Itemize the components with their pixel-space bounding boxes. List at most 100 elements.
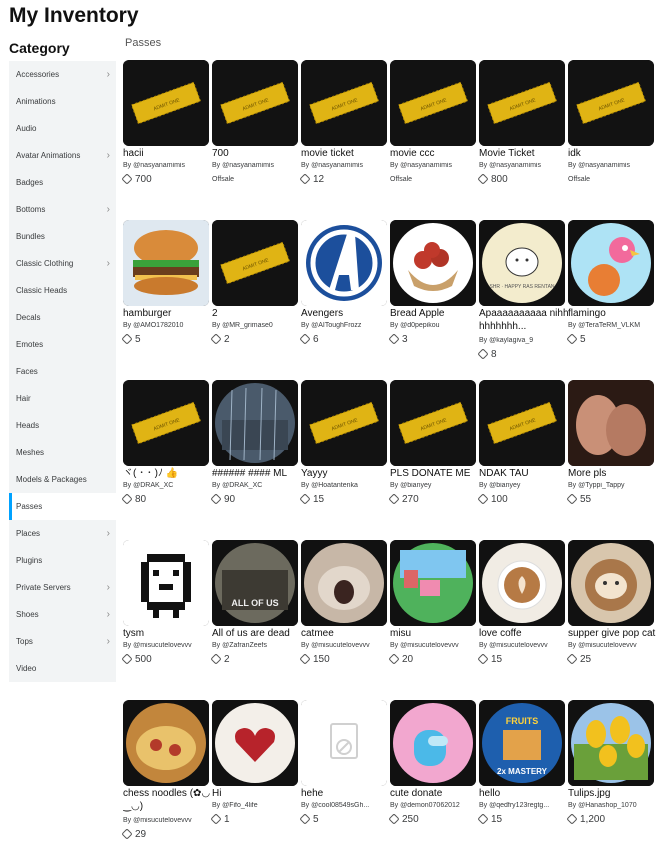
creator-name[interactable]: @nasyanamimis <box>578 162 630 169</box>
item-thumbnail[interactable]: ADMIT ONE <box>301 60 387 146</box>
item-card[interactable]: ADMIT ONE Yayyy By @Hoatantenka 15 <box>299 380 389 532</box>
item-card[interactable]: love coffe By @misucutelovevvv 15 <box>477 540 565 692</box>
item-thumbnail[interactable] <box>212 380 298 466</box>
item-card[interactable]: cute donate By @demon07062012 250 <box>388 700 478 852</box>
creator-name[interactable]: @ZafranZeefs <box>222 642 267 649</box>
item-card[interactable]: supper give pop cat By @misucutelovevvv 25 <box>566 540 656 692</box>
item-thumbnail[interactable]: FRUITS 2x MASTERY <box>479 700 565 786</box>
item-name[interactable]: idk <box>568 147 658 160</box>
creator-name[interactable]: @AMO1782010 <box>133 322 183 329</box>
item-thumbnail[interactable]: ADMIT ONE <box>212 60 298 146</box>
item-name[interactable]: Yayyy <box>301 467 391 480</box>
item-thumbnail[interactable]: ALL OF US <box>212 540 298 626</box>
creator-name[interactable]: @misucutelovevvv <box>400 642 458 649</box>
item-card[interactable]: misu By @misucutelovevvv 20 <box>388 540 478 692</box>
item-creator[interactable]: By @bianyey <box>479 482 567 489</box>
sidebar-item-animations[interactable]: Animations <box>9 88 116 115</box>
item-thumbnail[interactable]: ADMIT ONE <box>390 60 476 146</box>
item-creator[interactable]: By @misucutelovevvv <box>123 817 211 824</box>
sidebar-item-hair[interactable]: Hair <box>9 385 116 412</box>
item-creator[interactable]: By @DRAK_XC <box>123 482 211 489</box>
sidebar-item-emotes[interactable]: Emotes <box>9 331 116 358</box>
item-thumbnail[interactable]: SHR · HAPPY RAS RENTAN <box>479 220 565 306</box>
creator-name[interactable]: @qedfry123regtg... <box>489 802 549 809</box>
item-name[interactable]: hamburger <box>123 307 213 320</box>
item-card[interactable]: hamburger By @AMO1782010 5 <box>121 220 209 372</box>
item-card[interactable]: Avengers By @AIToughFrozz 6 <box>299 220 387 372</box>
item-card[interactable]: Tulips.jpg By @Hanashop_1070 1,200 <box>566 700 656 852</box>
item-thumbnail[interactable] <box>568 540 654 626</box>
item-name[interactable]: All of us are dead <box>212 627 302 640</box>
sidebar-item-faces[interactable]: Faces <box>9 358 116 385</box>
creator-name[interactable]: @nasyanamimis <box>222 162 274 169</box>
item-name[interactable]: Apaaaaaaaaaa nihhhhhhhhh... <box>479 307 569 333</box>
sidebar-item-plugins[interactable]: Plugins <box>9 547 116 574</box>
creator-name[interactable]: @cool08549sGh... <box>311 802 369 809</box>
item-creator[interactable]: By @nasyanamimis <box>390 162 478 169</box>
item-creator[interactable]: By @Hoatantenka <box>301 482 389 489</box>
item-thumbnail[interactable] <box>301 700 387 786</box>
item-name[interactable]: movie ccc <box>390 147 480 160</box>
item-card[interactable]: ADMIT ONE 700 By @nasyanamimis Offsale <box>212 60 298 212</box>
creator-name[interactable]: @demon07062012 <box>400 802 460 809</box>
item-thumbnail[interactable] <box>123 540 209 626</box>
item-name[interactable]: misu <box>390 627 480 640</box>
item-creator[interactable]: By @nasyanamimis <box>479 162 567 169</box>
item-card[interactable]: ALL OF US All of us are dead By @ZafranZee… <box>210 540 298 692</box>
item-creator[interactable]: By @qedfry123regtg... <box>479 802 567 809</box>
item-creator[interactable]: By @bianyey <box>390 482 478 489</box>
item-creator[interactable]: By @d0pepikou <box>390 322 478 329</box>
creator-name[interactable]: @kaylagiva_9 <box>489 337 533 344</box>
creator-name[interactable]: @d0pepikou <box>400 322 439 329</box>
creator-name[interactable]: @TeraTeRM_VLKM <box>578 322 640 329</box>
sidebar-item-badges[interactable]: Badges <box>9 169 116 196</box>
item-creator[interactable]: By @kaylagiva_9 <box>479 337 567 344</box>
item-creator[interactable]: By @nasyanamimis <box>212 162 300 169</box>
item-creator[interactable]: By @Fifo_4life <box>212 802 300 809</box>
item-card[interactable]: SHR · HAPPY RAS RENTAN Apaaaaaaaaaa nihhh… <box>477 220 569 372</box>
sidebar-item-accessories[interactable]: Accessories › <box>9 61 116 88</box>
creator-name[interactable]: @Hanashop_1070 <box>578 802 637 809</box>
item-creator[interactable]: By @demon07062012 <box>390 802 478 809</box>
sidebar-item-private-servers[interactable]: Private Servers › <box>9 574 116 601</box>
item-thumbnail[interactable]: ADMIT ONE <box>301 380 387 466</box>
item-creator[interactable]: By @misucutelovevvv <box>568 642 656 649</box>
item-card[interactable]: FRUITS 2x MASTERY hello By @qedfry123regtg.… <box>477 700 567 852</box>
item-name[interactable]: cute donate <box>390 787 480 800</box>
item-name[interactable]: hacii <box>123 147 213 160</box>
item-name[interactable]: hehe <box>301 787 391 800</box>
creator-name[interactable]: @bianyey <box>489 482 520 489</box>
item-creator[interactable]: By @TeraTeRM_VLKM <box>568 322 656 329</box>
creator-name[interactable]: @bianyey <box>400 482 431 489</box>
item-thumbnail[interactable]: ADMIT ONE <box>479 380 565 466</box>
item-name[interactable]: More pls <box>568 467 658 480</box>
item-thumbnail[interactable]: ADMIT ONE <box>212 220 298 306</box>
sidebar-item-models-packages[interactable]: Models & Packages <box>9 466 116 493</box>
item-creator[interactable]: By @Hanashop_1070 <box>568 802 656 809</box>
item-card[interactable]: hehe By @cool08549sGh... 5 <box>299 700 387 852</box>
sidebar-item-meshes[interactable]: Meshes <box>9 439 116 466</box>
item-name[interactable]: love coffe <box>479 627 569 640</box>
creator-name[interactable]: @DRAK_XC <box>133 482 173 489</box>
item-name[interactable]: NDAK TAU <box>479 467 569 480</box>
item-thumbnail[interactable] <box>301 220 387 306</box>
item-name[interactable]: Avengers <box>301 307 391 320</box>
item-creator[interactable]: By @MR_grimase0 <box>212 322 300 329</box>
item-thumbnail[interactable]: ADMIT ONE <box>123 380 209 466</box>
creator-name[interactable]: @nasyanamimis <box>311 162 363 169</box>
creator-name[interactable]: @nasyanamimis <box>489 162 541 169</box>
item-card[interactable]: Hi By @Fifo_4life 1 <box>210 700 300 852</box>
item-card[interactable]: ADMIT ONE hacii By @nasyanamimis 700 <box>121 60 209 212</box>
item-card[interactable]: ADMIT ONE movie ccc By @nasyanamimis Offsal… <box>390 60 476 212</box>
item-name[interactable]: flamingo <box>568 307 658 320</box>
sidebar-item-bottoms[interactable]: Bottoms › <box>9 196 116 223</box>
item-card[interactable]: catmee By @misucutelovevvv 150 <box>299 540 387 692</box>
item-creator[interactable]: By @misucutelovevvv <box>390 642 478 649</box>
item-name[interactable]: Bread Apple <box>390 307 480 320</box>
sidebar-item-decals[interactable]: Decals <box>9 304 116 331</box>
item-thumbnail[interactable] <box>568 700 654 786</box>
item-thumbnail[interactable]: ADMIT ONE <box>568 60 654 146</box>
creator-name[interactable]: @nasyanamimis <box>133 162 185 169</box>
item-creator[interactable]: By @nasyanamimis <box>301 162 389 169</box>
item-name[interactable]: catmee <box>301 627 391 640</box>
